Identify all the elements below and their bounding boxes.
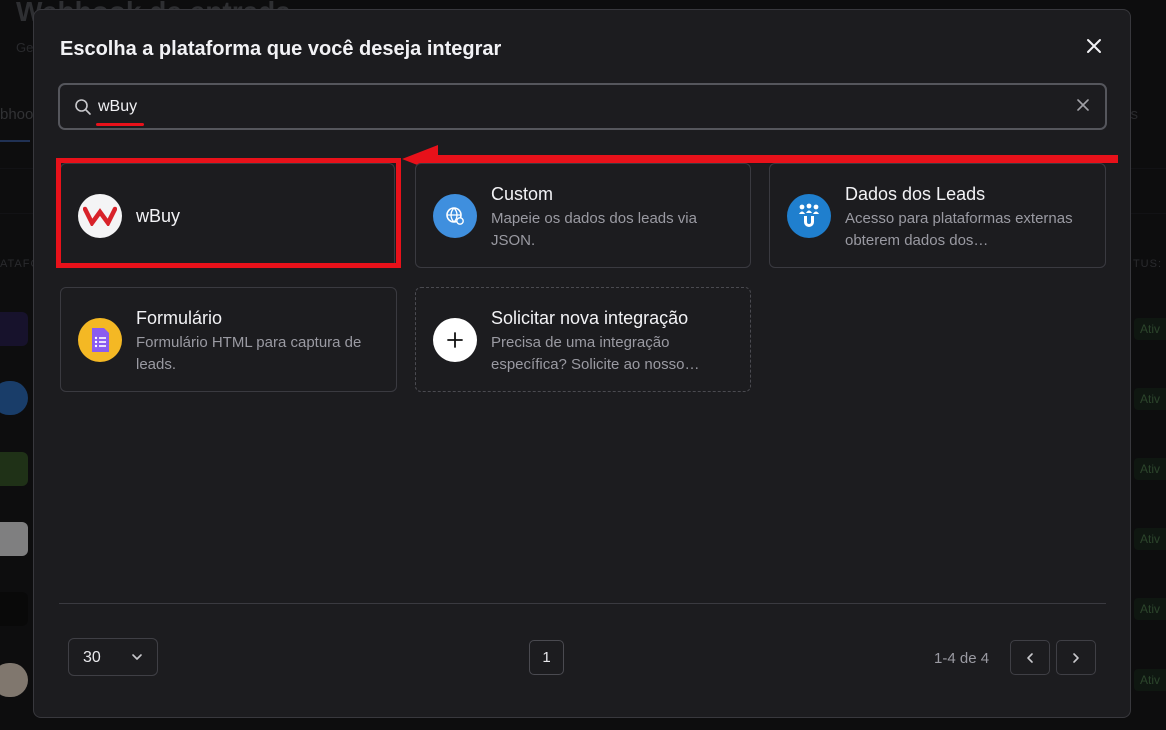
request-integration-card[interactable]: Solicitar nova integração Precisa de uma… — [415, 287, 751, 392]
card-title: wBuy — [136, 206, 181, 226]
wbuy-logo-icon — [78, 194, 122, 238]
footer-divider — [59, 603, 1106, 604]
card-title: Custom — [491, 184, 554, 204]
chevron-left-icon — [1027, 652, 1033, 663]
integration-modal: Escolha a plataforma que você deseja int… — [33, 9, 1131, 718]
pagination-range: 1-4 de 4 — [934, 650, 990, 667]
card-title: Solicitar nova integração — [491, 308, 689, 328]
close-button[interactable] — [1082, 34, 1106, 58]
page-size-select[interactable]: 30 — [68, 638, 158, 676]
card-description: Mapeie os dados dos leads via JSON. — [491, 210, 697, 249]
card-title: Formulário — [136, 308, 223, 328]
card-title: Dados dos Leads — [845, 184, 986, 204]
plus-icon — [433, 318, 477, 362]
page-size-value: 30 — [83, 649, 101, 666]
integration-card-formulario[interactable]: Formulário Formulário HTML para captura … — [60, 287, 397, 392]
search-box — [58, 83, 1107, 130]
search-icon — [75, 99, 91, 115]
globe-gear-icon — [433, 194, 477, 238]
modal-title: Escolha a plataforma que você deseja int… — [60, 38, 502, 60]
integration-card-wbuy[interactable]: wBuy — [60, 163, 395, 268]
card-description: Acesso para plataformas externas obterem… — [845, 210, 1073, 249]
page-button-current[interactable]: 1 — [529, 640, 564, 675]
card-description: Precisa de uma integração específica? So… — [491, 334, 700, 373]
people-magnet-icon — [787, 194, 831, 238]
close-icon — [1087, 39, 1101, 53]
integration-card-custom[interactable]: Custom Mapeie os dados dos leads via JSO… — [415, 163, 751, 268]
chevron-right-icon — [1073, 652, 1079, 663]
card-description: Formulário HTML para captura de leads. — [136, 334, 362, 373]
integration-card-dados-dos-leads[interactable]: Dados dos Leads Acesso para plataformas … — [769, 163, 1106, 268]
search-annotation-underline — [96, 123, 144, 126]
clear-search-icon[interactable] — [1077, 99, 1089, 111]
chevron-down-icon — [132, 654, 142, 660]
form-document-icon — [78, 318, 122, 362]
prev-page-button[interactable] — [1010, 640, 1050, 675]
next-page-button[interactable] — [1056, 640, 1096, 675]
search-input[interactable] — [98, 95, 998, 119]
